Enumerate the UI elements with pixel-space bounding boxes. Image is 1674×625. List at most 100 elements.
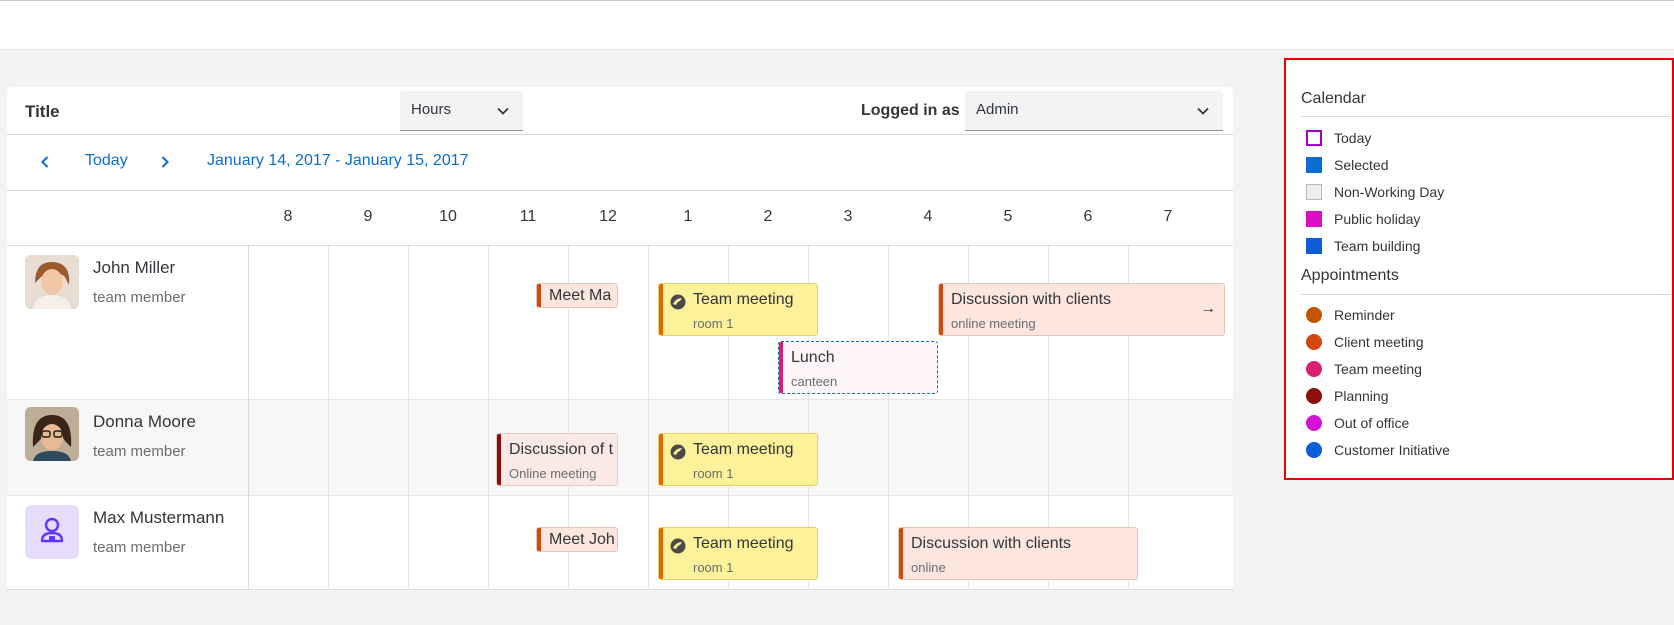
page-title: Title <box>25 102 60 121</box>
legend-item-label: Planning <box>1334 388 1389 404</box>
appointment-color-bar <box>899 528 903 579</box>
appointment-subtitle: room 1 <box>693 316 734 331</box>
grid-divider <box>408 246 409 590</box>
person-name[interactable]: Donna Moore <box>93 412 196 432</box>
hour-label: 4 <box>923 208 933 225</box>
person-name[interactable]: Max Mustermann <box>93 508 224 528</box>
arrow-right-icon: → <box>1200 300 1216 317</box>
appointment[interactable]: Team meeting room 1 <box>658 433 818 486</box>
user-select[interactable]: Admin <box>965 91 1223 131</box>
shell-header <box>0 0 1674 50</box>
legend-section-title: Calendar <box>1301 90 1366 107</box>
appointment[interactable]: Meet Ma <box>536 283 618 308</box>
grid-divider <box>328 246 329 590</box>
appointment-color-bar <box>659 284 663 335</box>
person-name[interactable]: John Miller <box>93 258 175 278</box>
divider <box>1301 294 1671 295</box>
customer-initiative-swatch <box>1306 442 1322 458</box>
legend-item-label: Selected <box>1334 157 1389 173</box>
appointment[interactable]: Team meeting room 1 <box>658 283 818 336</box>
planning-swatch <box>1306 388 1322 404</box>
date-range-picker[interactable]: January 14, 2017 - January 15, 2017 <box>207 152 469 170</box>
appointment[interactable]: Discussion with clients online meeting → <box>938 283 1225 336</box>
person-photo <box>25 407 79 461</box>
appointment-color-bar <box>659 528 663 579</box>
person-role: team member <box>93 539 186 556</box>
appointment-title: Team meeting <box>693 441 794 458</box>
chevron-down-icon <box>497 107 509 115</box>
avatar <box>25 407 79 461</box>
planning-calendar: Title Hours Logged in as Admin Today Jan… <box>7 87 1233 590</box>
grid-divider <box>888 246 889 590</box>
appointment[interactable]: Lunch canteen <box>778 341 938 394</box>
team-meeting-icon <box>670 444 686 460</box>
divider <box>1301 116 1671 117</box>
view-select[interactable]: Hours <box>400 91 523 131</box>
team-building-swatch <box>1306 238 1322 254</box>
grid-divider <box>488 246 489 590</box>
grid-divider <box>648 246 649 590</box>
hour-label: 3 <box>843 208 853 225</box>
avatar <box>25 505 79 559</box>
grid-divider <box>248 246 249 590</box>
appointment-color-bar <box>497 434 501 485</box>
hour-label: 9 <box>363 208 373 225</box>
previous-button[interactable] <box>35 152 55 172</box>
today-button[interactable]: Today <box>85 152 128 170</box>
team-meeting-icon <box>670 294 686 310</box>
hour-label: 12 <box>599 208 617 225</box>
legend-item-label: Customer Initiative <box>1334 442 1450 458</box>
today-swatch <box>1306 130 1322 146</box>
view-select-value: Hours <box>411 101 452 118</box>
logged-in-label: Logged in as <box>861 102 960 119</box>
next-button[interactable] <box>155 152 175 172</box>
appointment-subtitle: Online meeting <box>509 466 597 481</box>
hour-label: 6 <box>1083 208 1093 225</box>
appointment-color-bar <box>659 434 663 485</box>
appointment[interactable]: Meet Joh <box>536 527 618 552</box>
appointment-title: Discussion of t <box>509 441 614 458</box>
appointment-subtitle: online <box>911 560 946 575</box>
appointment[interactable]: Discussion with clients online <box>898 527 1138 580</box>
appointment-title: Team meeting <box>693 535 794 552</box>
appointment-subtitle: room 1 <box>693 466 734 481</box>
appointment-color-bar <box>779 342 783 393</box>
appointment-subtitle: online meeting <box>951 316 1036 331</box>
calendar-legend: Calendar Today Selected Non-Working Day … <box>1284 58 1674 480</box>
legend-item-label: Non-Working Day <box>1334 184 1445 200</box>
appointment-title: Discussion with clients <box>911 535 1072 552</box>
out-of-office-swatch <box>1306 415 1322 431</box>
hour-label: 1 <box>683 208 693 225</box>
appointment[interactable]: Team meeting room 1 <box>658 527 818 580</box>
legend-item-label: Team building <box>1334 238 1421 254</box>
person-placeholder-icon <box>40 517 64 543</box>
hours-header: 8 9 10 11 12 1 2 3 4 5 6 7 <box>7 191 1233 246</box>
hour-label: 5 <box>1003 208 1013 225</box>
public-holiday-swatch <box>1306 211 1322 227</box>
appointment-color-bar <box>939 284 943 335</box>
legend-item-label: Client meeting <box>1334 334 1424 350</box>
client-meeting-swatch <box>1306 334 1322 350</box>
non-working-day-swatch <box>1306 184 1322 200</box>
appointment-title: Meet Ma <box>549 287 612 304</box>
selected-swatch <box>1306 157 1322 173</box>
appointment-title: Lunch <box>791 349 835 366</box>
chevron-down-icon <box>1197 107 1209 115</box>
appointment-color-bar <box>537 284 541 307</box>
team-meeting-swatch <box>1306 361 1322 377</box>
appointment-color-bar <box>537 528 541 551</box>
hour-label: 11 <box>519 208 537 225</box>
legend-item-label: Out of office <box>1334 415 1410 431</box>
person-photo <box>25 255 79 309</box>
team-meeting-icon <box>670 538 686 554</box>
appointment[interactable]: Discussion of t Online meeting <box>496 433 618 486</box>
reminder-swatch <box>1306 307 1322 323</box>
person-role: team member <box>93 289 186 306</box>
appointment-title: Discussion with clients <box>951 291 1112 308</box>
user-select-value: Admin <box>976 101 1019 118</box>
hour-label: 8 <box>283 208 293 225</box>
legend-item-label: Today <box>1334 130 1372 146</box>
hour-label: 7 <box>1163 208 1173 225</box>
avatar <box>25 255 79 309</box>
legend-section-title: Appointments <box>1301 267 1399 284</box>
